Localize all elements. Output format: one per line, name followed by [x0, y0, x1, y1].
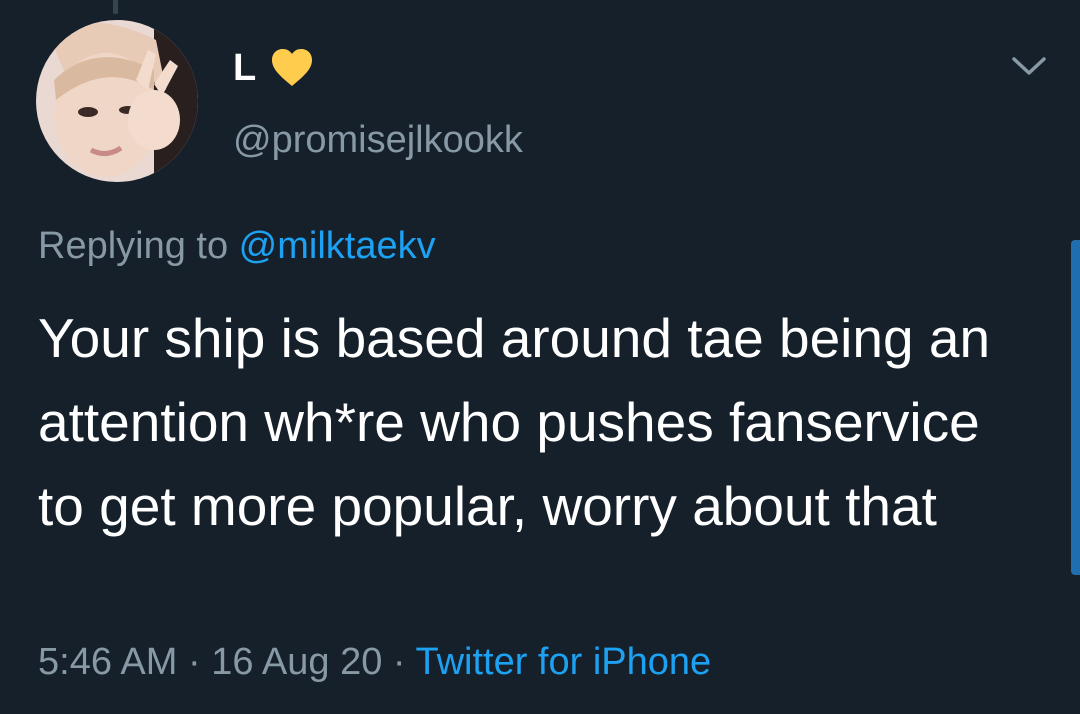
- avatar[interactable]: [36, 20, 198, 182]
- author-name-row[interactable]: L: [233, 48, 314, 88]
- display-name[interactable]: L: [233, 49, 256, 87]
- chevron-down-icon[interactable]: [1008, 50, 1050, 80]
- thread-connector-line: [113, 0, 118, 14]
- tweet-text: Your ship is based around tae being an a…: [38, 307, 991, 537]
- tweet-date: 16 Aug 20: [211, 641, 383, 683]
- meta-separator: ·: [382, 641, 416, 683]
- tweet-metadata: 5:46 AM · 16 Aug 20 · Twitter for iPhone: [38, 641, 711, 684]
- replying-to-label: Replying to: [38, 225, 239, 267]
- replying-to-line: Replying to @milktaekv: [38, 225, 436, 268]
- author-handle[interactable]: @promisejlkookk: [233, 119, 523, 162]
- reply-mention-link[interactable]: @milktaekv: [239, 225, 436, 267]
- tweet-source-link[interactable]: Twitter for iPhone: [415, 641, 711, 683]
- avatar-photo: [36, 20, 198, 182]
- yellow-heart-icon: [272, 49, 313, 86]
- tweet-time: 5:46 AM: [38, 641, 178, 683]
- scrollbar[interactable]: [1071, 240, 1080, 575]
- meta-separator: ·: [177, 641, 212, 683]
